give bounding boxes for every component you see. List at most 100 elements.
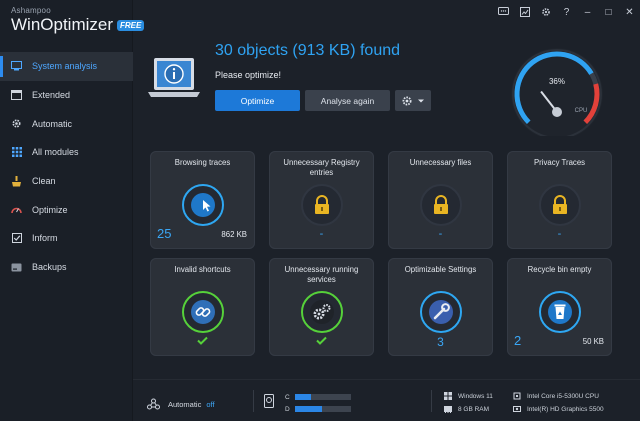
tile-count: 3 [437,335,444,349]
tile-title: Privacy Traces [533,158,586,167]
sidebar-item-all-modules[interactable]: All modules [0,138,133,167]
module-tiles: Browsing traces 25 862 KB Unnecessary Re… [133,139,640,379]
drive-bar [295,406,351,412]
window-icon [11,90,22,101]
close-icon[interactable]: ✕ [619,1,640,23]
tile-count: 25 [157,226,172,241]
tile-title: Optimizable Settings [404,265,477,274]
sidebar-item-label: Optimize [32,204,68,215]
gears-icon [300,290,344,334]
lock-icon [419,183,463,227]
cpu-gauge: 36% CPU [503,42,611,140]
found-summary: 30 objects (913 KB) found [215,42,401,59]
tile-recycle-bin[interactable]: Recycle bin empty 2 50 KB [507,258,612,356]
windows-icon [444,392,452,400]
gpu-info: Intel(R) HD Graphics 5500 [513,405,604,413]
gear-icon [402,96,412,105]
gauge-value: 36% [549,77,565,86]
automatic-status: Automatic off [147,398,215,410]
tile-browsing-traces[interactable]: Browsing traces 25 862 KB [150,151,255,249]
status-footer: Automatic off C D Windows 11 8 GB RAM In… [133,379,640,421]
broken-link-icon [181,290,225,334]
chat-icon[interactable] [493,1,514,23]
app-name-text: WinOptimizer [11,15,114,34]
sidebar-item-label: Extended [32,90,71,101]
optimize-message: Please optimize! [215,70,282,80]
drive-d: D [285,404,351,414]
tile-title: Unnecessary files [409,158,472,167]
sidebar-item-inform[interactable]: Inform [0,224,133,253]
network-icon [147,398,160,410]
tile-registry-entries[interactable]: Unnecessary Registry entries - [269,151,374,249]
gear-icon[interactable] [535,1,556,23]
tile-status: - [319,228,324,240]
tile-running-services[interactable]: Unnecessary running services [269,258,374,356]
footer-divider [431,390,432,412]
drive-c: C [285,392,351,402]
sidebar-item-system-analysis[interactable]: System analysis [0,52,133,81]
cursor-icon [181,183,225,227]
gpu-icon [513,405,521,413]
ram-info: 8 GB RAM [444,405,489,413]
sidebar: Ashampoo WinOptimizer FREE System analys… [0,0,145,421]
sidebar-item-backups[interactable]: Backups [0,253,133,282]
chevron-down-icon [418,99,424,102]
lock-icon [300,183,344,227]
checkbox-icon [11,233,22,244]
tile-invalid-shortcuts[interactable]: Invalid shortcuts [150,258,255,356]
grid-icon [11,147,22,158]
cpu-info: Intel Core i5-5300U CPU [513,392,599,400]
settings-dropdown-button[interactable] [395,90,431,111]
sidebar-item-optimize[interactable]: Optimize [0,195,133,224]
sidebar-nav: System analysis Extended Automatic All m… [0,52,133,282]
tile-title: Browsing traces [174,158,231,167]
hdd-icon [264,394,274,413]
broom-icon [11,175,22,187]
maximize-icon[interactable]: □ [598,1,619,23]
check-icon [150,332,255,350]
drive-fill [295,406,322,412]
drive-label: D [285,405,290,413]
sidebar-item-automatic[interactable]: Automatic [0,109,133,138]
tile-count: 2 [514,333,522,348]
gauge-caption: CPU [575,108,588,114]
tile-title: Invalid shortcuts [174,265,231,274]
os-label: Windows 11 [458,392,493,400]
drive-fill [295,394,311,400]
recycle-bin-icon [538,290,582,334]
sidebar-item-label: Backups [32,262,67,273]
tile-privacy-traces[interactable]: Privacy Traces - [507,151,612,249]
sidebar-item-label: Inform [32,233,58,244]
sidebar-item-label: Clean [32,176,56,187]
monitor-icon [11,61,22,72]
speedometer-icon [11,204,22,215]
sidebar-item-label: All modules [32,147,79,158]
optimize-button[interactable]: Optimize [215,90,300,111]
gpu-label: Intel(R) HD Graphics 5500 [527,405,604,413]
cpu-label: Intel Core i5-5300U CPU [527,392,599,400]
footer-divider [253,390,254,412]
gear-icon [11,118,22,129]
analyse-again-button[interactable]: Analyse again [305,90,390,111]
analysis-header: 30 objects (913 KB) found Please optimiz… [133,24,640,140]
app-brand: Ashampoo WinOptimizer FREE [11,6,145,35]
image-icon[interactable] [514,1,535,23]
tile-title: Recycle bin empty [527,265,592,274]
tile-title: Unnecessary running services [284,265,359,284]
tile-size: 50 KB [582,337,604,346]
sidebar-item-extended[interactable]: Extended [0,81,133,110]
minimize-icon[interactable]: – [577,1,598,23]
drive-label: C [285,393,290,401]
automatic-toggle[interactable]: off [206,400,214,409]
tile-title: Unnecessary Registry entries [283,158,360,177]
help-icon[interactable]: ? [556,1,577,23]
ram-label: 8 GB RAM [458,405,490,413]
sidebar-item-clean[interactable]: Clean [0,167,133,196]
lock-icon [538,183,582,227]
tile-unnecessary-files[interactable]: Unnecessary files - [388,151,493,249]
os-info: Windows 11 [444,392,493,400]
tile-optimizable-settings[interactable]: Optimizable Settings 3 [388,258,493,356]
app-name: WinOptimizer FREE [11,15,145,35]
check-icon [269,332,374,350]
tile-status: - [438,228,443,240]
